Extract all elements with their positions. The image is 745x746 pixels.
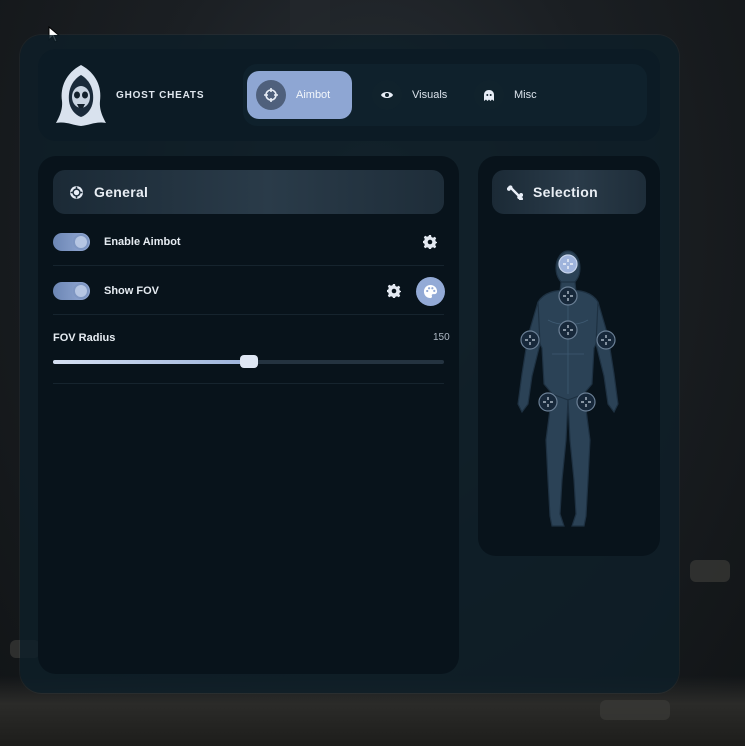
header-bar: GHOST CHEATS Aimbot Visuals Misc: [38, 49, 660, 141]
fov-radius-value: 150: [433, 332, 450, 343]
tab-label: Misc: [514, 89, 537, 101]
show-fov-row: Show FOV: [53, 267, 445, 315]
general-title: General: [94, 184, 149, 200]
hitpoint-right-leg[interactable]: [576, 392, 596, 412]
fov-radius-slider[interactable]: [53, 355, 444, 368]
toggle-knob: [75, 236, 87, 248]
hitpoint-left-arm[interactable]: [520, 330, 540, 350]
slider-fill: [53, 360, 249, 364]
gear-icon[interactable]: [387, 284, 401, 298]
selection-panel: Selection: [478, 156, 660, 556]
divider: [53, 383, 444, 384]
toggle-knob: [75, 285, 87, 297]
cheat-menu-window: GHOST CHEATS Aimbot Visuals Misc General…: [20, 35, 679, 693]
tab-visuals[interactable]: Visuals: [363, 71, 458, 119]
ghost-hood-logo-icon: [56, 65, 106, 126]
fov-radius-label: FOV Radius: [53, 332, 116, 344]
selection-header: Selection: [492, 170, 646, 214]
bone-icon: [507, 184, 523, 200]
show-fov-toggle[interactable]: [53, 282, 90, 300]
hitpoint-chest[interactable]: [558, 320, 578, 340]
enable-aimbot-toggle[interactable]: [53, 233, 90, 251]
selection-title: Selection: [533, 184, 598, 200]
background-rock: [600, 700, 670, 720]
enable-aimbot-row: Enable Aimbot: [53, 218, 444, 266]
background-ruin: [290, 0, 330, 40]
color-picker-button[interactable]: [416, 277, 445, 306]
enable-aimbot-label: Enable Aimbot: [104, 236, 181, 248]
brand-name: GHOST CHEATS: [116, 90, 205, 101]
tab-aimbot[interactable]: Aimbot: [247, 71, 352, 119]
crosshair-icon: [68, 184, 84, 200]
show-fov-label: Show FOV: [104, 285, 159, 297]
eye-icon: [372, 80, 402, 110]
hitpoint-head[interactable]: [558, 254, 578, 274]
background-rock: [690, 560, 730, 582]
general-panel: General Enable Aimbot Show FOV FOV Radiu…: [38, 156, 459, 674]
hitpoint-left-leg[interactable]: [538, 392, 558, 412]
tab-label: Aimbot: [296, 89, 331, 101]
crosshair-icon: [256, 80, 286, 110]
gear-icon[interactable]: [423, 235, 437, 249]
ghost-icon: [474, 80, 504, 110]
tab-bar: Aimbot Visuals Misc: [243, 64, 647, 126]
palette-icon: [423, 284, 438, 299]
hitpoint-right-arm[interactable]: [596, 330, 616, 350]
tab-misc[interactable]: Misc: [465, 71, 555, 119]
body-hitbox-figure: [517, 250, 619, 527]
hitpoint-neck[interactable]: [558, 286, 578, 306]
slider-thumb[interactable]: [239, 355, 258, 368]
general-header: General: [53, 170, 444, 214]
tab-label: Visuals: [412, 89, 448, 101]
